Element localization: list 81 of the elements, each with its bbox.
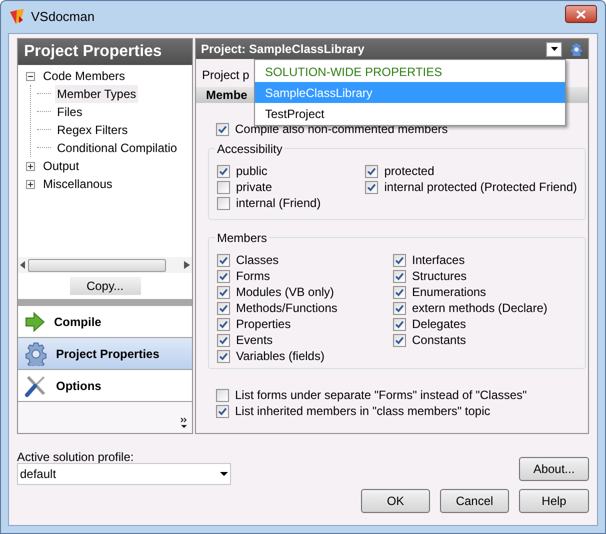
checkbox[interactable] bbox=[393, 254, 406, 266]
checkbox-label: Events bbox=[236, 332, 273, 349]
checkbox-label: Variables (fields) bbox=[236, 348, 324, 365]
profile-combo[interactable]: default bbox=[17, 463, 231, 485]
project-title: Project: SampleClassLibrary bbox=[201, 41, 366, 58]
checkbox[interactable] bbox=[217, 164, 230, 178]
panel-title: Project Properties bbox=[18, 39, 192, 65]
about-button[interactable]: About... bbox=[519, 457, 589, 481]
close-button[interactable] bbox=[565, 5, 597, 23]
checkbox-label: Enumerations bbox=[412, 284, 486, 301]
checkbox[interactable] bbox=[393, 286, 406, 298]
tree-item[interactable]: Files bbox=[55, 103, 84, 121]
checkbox[interactable] bbox=[216, 122, 229, 136]
checkbox[interactable] bbox=[393, 302, 406, 314]
checkbox-label: Properties bbox=[236, 316, 291, 333]
scroll-right-icon[interactable] bbox=[184, 261, 190, 269]
checkbox[interactable] bbox=[217, 196, 230, 210]
more-icon[interactable] bbox=[180, 417, 188, 429]
help-button[interactable]: Help bbox=[519, 489, 589, 513]
checkbox-label: private bbox=[236, 179, 272, 196]
caption-text: Project p bbox=[202, 68, 250, 82]
tree-item[interactable]: Code Members bbox=[41, 67, 128, 85]
checkbox[interactable] bbox=[393, 334, 406, 346]
caret-icon bbox=[550, 47, 558, 51]
checkbox-label: List inherited members in "class members" topic bbox=[235, 403, 490, 420]
checkbox[interactable] bbox=[393, 318, 406, 330]
checkbox-label: Compile also non-commented members bbox=[235, 121, 448, 138]
checkbox-label: Methods/Functions bbox=[236, 300, 338, 317]
checkbox-label: internal (Friend) bbox=[236, 195, 321, 212]
checkbox[interactable] bbox=[365, 164, 378, 178]
checkbox[interactable] bbox=[216, 388, 229, 402]
scroll-left-icon[interactable] bbox=[20, 261, 26, 269]
checkbox-label: Constants bbox=[412, 332, 466, 349]
horizontal-scrollbar[interactable] bbox=[18, 257, 192, 273]
tree-item[interactable]: Regex Filters bbox=[55, 121, 130, 139]
checkbox-label: internal protected (Protected Friend) bbox=[384, 179, 577, 196]
tree-item[interactable]: Conditional Compilatio bbox=[55, 139, 180, 157]
checkbox[interactable] bbox=[217, 350, 230, 362]
checkbox[interactable] bbox=[217, 270, 230, 282]
checkbox[interactable] bbox=[217, 334, 230, 346]
checkbox-label: Structures bbox=[412, 268, 467, 285]
dropdown-option[interactable]: SOLUTION-WIDE PROPERTIES bbox=[255, 61, 565, 82]
gear-icon bbox=[24, 342, 48, 366]
expand-icon[interactable] bbox=[26, 162, 35, 170]
window-title: VSdocman bbox=[31, 8, 95, 26]
checkbox-label: protected bbox=[384, 163, 434, 180]
checkbox-label: Interfaces bbox=[412, 252, 465, 269]
checkbox-label: Classes bbox=[236, 252, 279, 269]
checkbox[interactable] bbox=[393, 270, 406, 282]
profile-label: Active solution profile: bbox=[17, 449, 135, 463]
checkbox[interactable] bbox=[217, 302, 230, 314]
dropdown-button[interactable] bbox=[546, 42, 562, 56]
caret-icon bbox=[220, 472, 228, 476]
ok-button[interactable]: OK bbox=[361, 489, 430, 513]
tab-header[interactable]: Membe bbox=[206, 86, 248, 104]
checkbox[interactable] bbox=[217, 180, 230, 194]
nav-item[interactable]: Project Properties bbox=[18, 338, 192, 370]
app-logo-icon bbox=[9, 8, 25, 26]
checkbox[interactable] bbox=[217, 286, 230, 298]
collapse-icon[interactable] bbox=[26, 72, 35, 80]
checkbox[interactable] bbox=[216, 404, 229, 418]
tree-item[interactable]: Member Types bbox=[55, 85, 138, 103]
tree-item[interactable]: Miscellanous bbox=[41, 175, 114, 193]
copy-button[interactable]: Copy... bbox=[70, 277, 140, 295]
checkbox-label: Forms bbox=[236, 268, 270, 285]
close-icon bbox=[576, 10, 586, 18]
checkbox-label: public bbox=[236, 163, 268, 180]
checkbox[interactable] bbox=[217, 254, 230, 266]
checkbox-label: Delegates bbox=[412, 316, 466, 333]
checkbox[interactable] bbox=[365, 180, 378, 194]
dropdown-option[interactable]: TestProject bbox=[255, 103, 565, 124]
tree-item[interactable]: Output bbox=[41, 157, 82, 175]
checkbox-label: extern methods (Declare) bbox=[412, 300, 548, 317]
settings-icon[interactable] bbox=[570, 42, 583, 56]
cancel-button[interactable]: Cancel bbox=[440, 489, 509, 513]
tools-icon bbox=[24, 374, 48, 398]
checkbox-label: Modules (VB only) bbox=[236, 284, 334, 301]
expand-icon[interactable] bbox=[26, 180, 35, 188]
arrow-icon bbox=[24, 312, 46, 332]
checkbox-label: List forms under separate "Forms" instead of "Classes" bbox=[235, 387, 527, 404]
checkbox[interactable] bbox=[217, 318, 230, 330]
